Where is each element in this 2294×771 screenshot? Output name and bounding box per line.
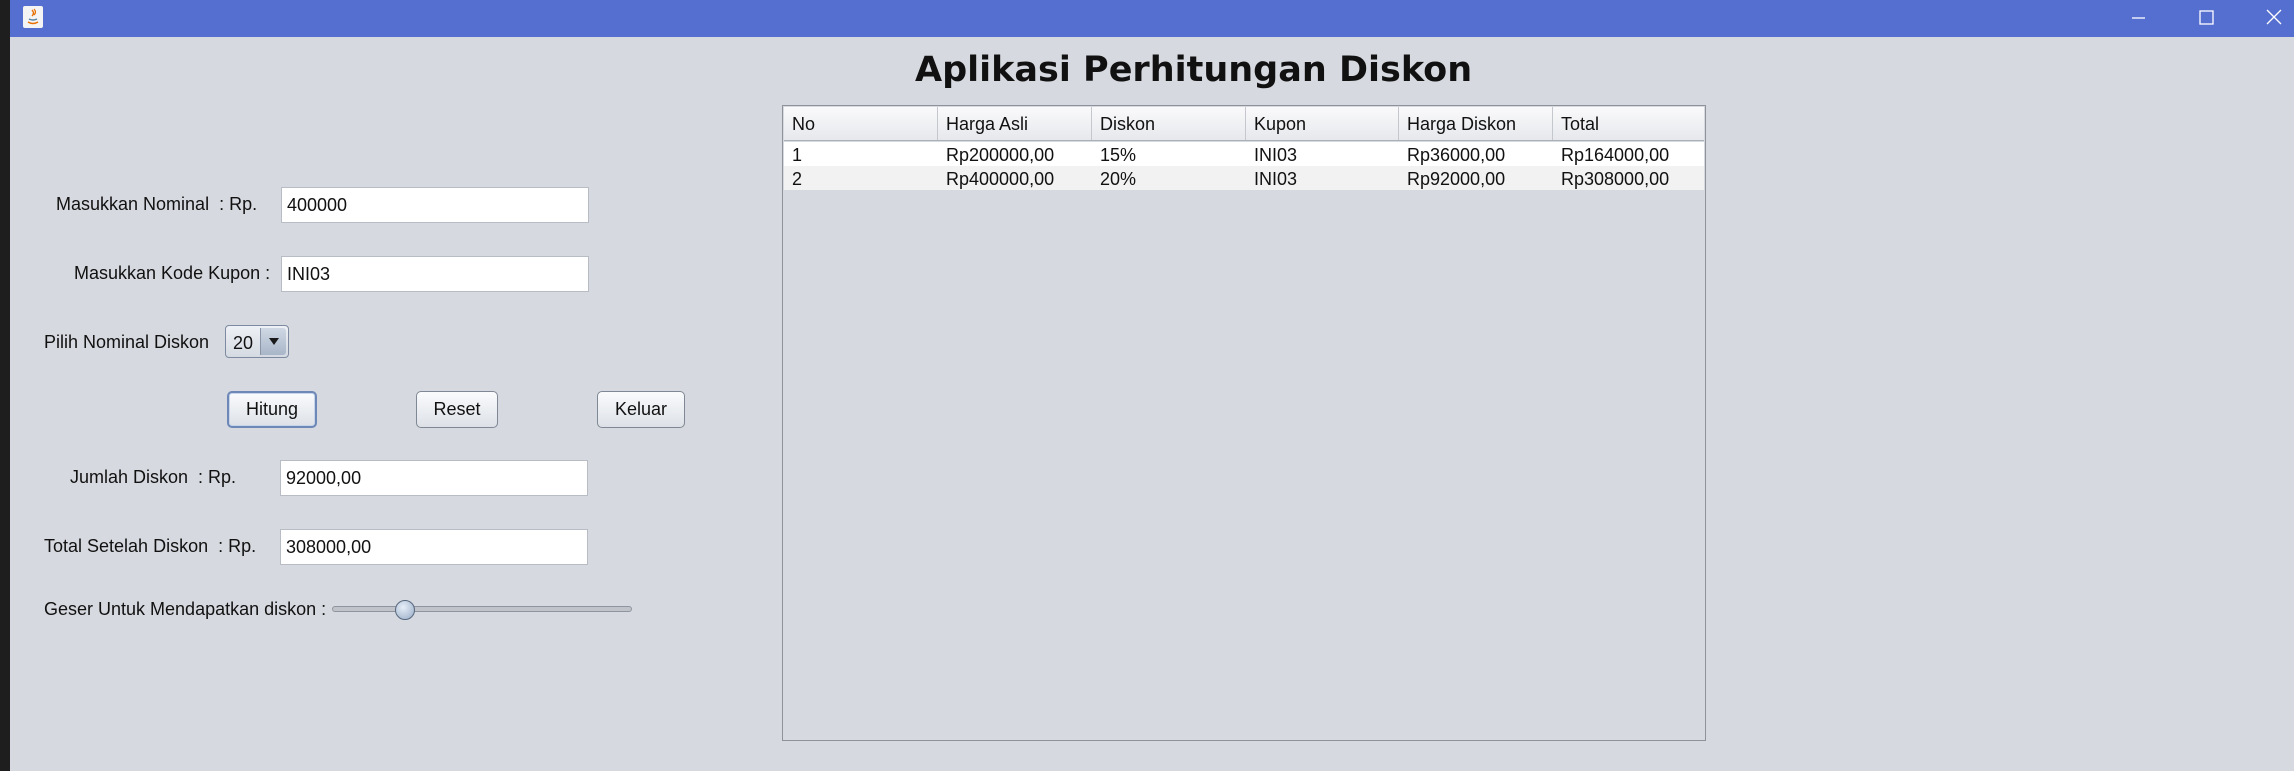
jumlah-diskon-label: Jumlah Diskon : Rp. [70,467,237,487]
keluar-button[interactable]: Keluar [597,391,685,428]
cell-no: 2 [792,169,803,189]
column-header-no[interactable]: No [784,107,938,140]
cell-total: Rp164000,00 [1561,145,1670,165]
java-app-icon [23,6,43,28]
maximize-icon [2199,10,2214,25]
cell-harga-asli: Rp400000,00 [946,169,1055,189]
diskon-select[interactable]: 20 [225,325,289,358]
maximize-button[interactable] [2176,0,2236,37]
slider-label: Geser Untuk Mendapatkan diskon : [44,599,327,619]
title-bar[interactable] [10,0,2294,37]
column-header-kupon[interactable]: Kupon [1246,107,1399,140]
diskon-select-arrow[interactable] [260,328,286,355]
cell-kupon: INI03 [1254,145,1298,165]
cell-diskon: 15% [1100,145,1137,165]
cell-no: 1 [792,145,803,165]
app-window: Aplikasi Perhitungan Diskon Masukkan Nom… [10,0,2294,771]
column-header-harga-diskon[interactable]: Harga Diskon [1399,107,1553,140]
kupon-label: Masukkan Kode Kupon : [74,263,271,283]
hitung-button[interactable]: Hitung [227,391,317,428]
reset-button[interactable]: Reset [416,391,498,428]
minimize-button[interactable] [2108,0,2168,37]
close-icon [2266,9,2282,25]
column-header-harga-asli[interactable]: Harga Asli [938,107,1092,140]
diskon-slider-thumb[interactable] [395,600,415,620]
kupon-input[interactable]: INI03 [281,256,589,292]
column-header-total[interactable]: Total [1553,107,1704,140]
table-row[interactable]: 1 Rp200000,00 15% INI03 Rp36000,00 Rp164… [784,142,1704,166]
cell-total: Rp308000,00 [1561,169,1670,189]
cell-harga-diskon: Rp92000,00 [1407,169,1506,189]
nominal-input[interactable]: 400000 [281,187,589,223]
close-button[interactable] [2244,0,2294,37]
nominal-label: Masukkan Nominal : Rp. [56,194,258,214]
cell-harga-asli: Rp200000,00 [946,145,1055,165]
diskon-select-value: 20 [233,333,254,353]
jumlah-diskon-field[interactable]: 92000,00 [280,460,588,496]
total-diskon-field[interactable]: 308000,00 [280,529,588,565]
diskon-slider-track[interactable] [332,606,632,612]
diskon-label: Pilih Nominal Diskon [44,332,210,352]
column-header-diskon[interactable]: Diskon [1092,107,1246,140]
history-table[interactable]: No Harga Asli Diskon Kupon Harga Diskon … [782,105,1706,741]
cell-diskon: 20% [1100,169,1137,189]
chevron-down-icon [269,338,279,345]
table-row[interactable]: 2 Rp400000,00 20% INI03 Rp92000,00 Rp308… [784,166,1704,190]
total-diskon-label: Total Setelah Diskon : Rp. [44,536,257,556]
cell-harga-diskon: Rp36000,00 [1407,145,1506,165]
table-header: No Harga Asli Diskon Kupon Harga Diskon … [784,107,1704,141]
app-heading: Aplikasi Perhitungan Diskon [915,50,1473,90]
minimize-icon [2132,17,2145,19]
cell-kupon: INI03 [1254,169,1298,189]
